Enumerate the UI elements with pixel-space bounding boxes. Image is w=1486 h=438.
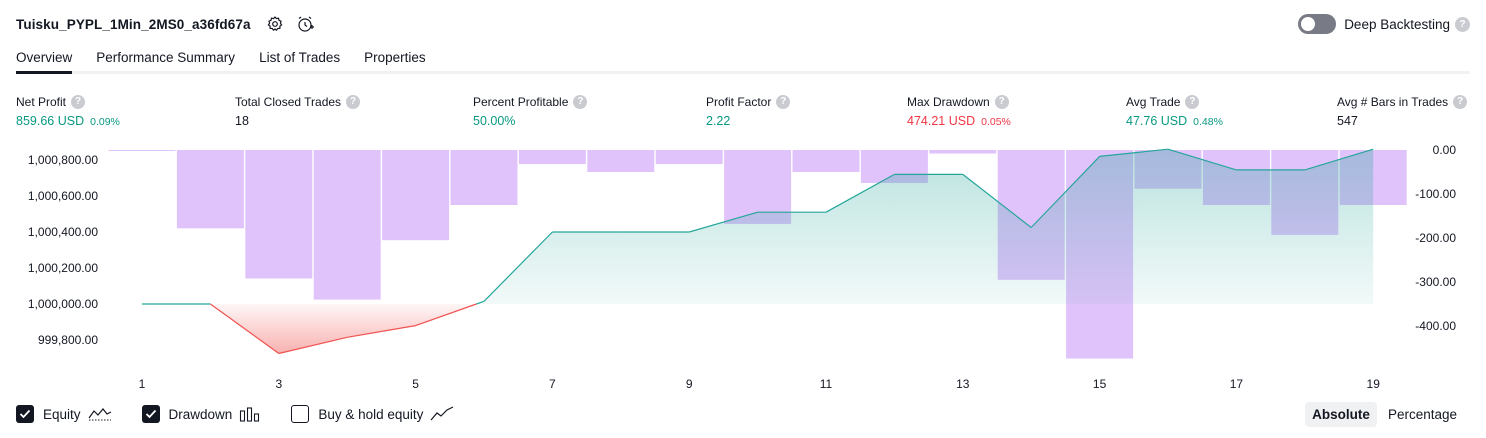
tab-overview[interactable]: Overview [16,46,73,74]
x-axis-tick-label: 17 [1230,377,1244,391]
drawdown-bars-icon [239,406,261,422]
stat-value: 547 [1337,114,1358,128]
right-axis-tick-label: -300.00 [1415,275,1456,289]
help-icon[interactable]: ? [573,94,588,109]
stat-profit-factor: Profit Factor? 2.22 [706,94,791,128]
strategy-header: Tuisku_PYPL_1Min_2MS0_a36fd67a [16,12,315,36]
tab-performance-summary[interactable]: Performance Summary [96,46,235,71]
drawdown-bar [655,150,723,165]
legend-drawdown-label: Drawdown [168,406,233,422]
legend-buy-hold-label: Buy & hold equity [318,406,424,422]
equity-checkbox[interactable] [16,405,34,423]
stat-avg-bars-in-trades: Avg # Bars in Trades? 547 [1337,94,1468,128]
stat-max-drawdown: Max Drawdown? 474.21 USD 0.05% [907,94,1011,128]
x-axis-tick-label: 13 [956,377,970,391]
buy-hold-checkbox[interactable] [291,405,310,423]
stat-percent: 0.05% [981,116,1011,128]
stat-label: Net Profit [16,94,67,109]
strategy-title: Tuisku_PYPL_1Min_2MS0_a36fd67a [16,16,251,32]
help-icon[interactable]: ? [776,94,791,109]
help-icon[interactable]: ? [346,94,361,109]
legend-drawdown[interactable]: Drawdown [141,405,262,423]
stat-label: Avg # Bars in Trades [1337,94,1449,109]
help-icon[interactable]: ? [1185,94,1200,109]
left-axis-tick-label: 1,000,400.00 [28,225,98,239]
right-axis-tick-label: 0.00 [1433,143,1457,157]
gear-icon[interactable] [265,14,285,34]
deep-backtesting-control: Deep Backtesting ? [1298,12,1470,36]
equity-drawdown-chart: 1,000,800.00 1,000,600.00 1,000,400.00 1,00… [28,143,1457,391]
stat-value: 859.66 USD [16,114,85,128]
left-axis-tick-label: 1,000,200.00 [28,261,98,275]
deep-backtesting-toggle[interactable] [1298,14,1337,34]
x-axis-tick-label: 1 [139,377,146,391]
left-axis-tick-label: 1,000,000.00 [28,297,98,311]
stat-value: 18 [235,114,249,128]
drawdown-checkbox[interactable] [141,405,160,423]
right-axis-tick-label: -400.00 [1415,319,1456,333]
stat-avg-trade: Avg Trade? 47.76 USD 0.48% [1126,94,1223,128]
drawdown-bar [382,150,450,241]
drawdown-bar [929,150,997,154]
drawdown-bar [313,150,381,300]
drawdown-bar [518,150,586,165]
help-icon[interactable]: ? [1455,16,1470,32]
stat-percent: 0.48% [1193,116,1223,128]
left-axis-tick-label: 999,800.00 [38,333,98,347]
x-axis-tick-label: 11 [820,377,833,391]
x-axis-tick-label: 15 [1093,377,1107,391]
tab-list-of-trades[interactable]: List of Trades [259,46,340,71]
buy-hold-line-icon [430,406,454,422]
x-axis-tick-label: 7 [549,377,556,391]
x-axis-tick-label: 3 [275,377,282,391]
equity-line-icon [88,406,112,422]
chart-legend: Equity Drawdown Buy & hold equity [16,402,484,426]
deep-backtesting-label: Deep Backtesting [1344,16,1450,32]
stat-label: Total Closed Trades [235,94,342,109]
legend-equity[interactable]: Equity [16,405,112,423]
x-axis-tick-label: 9 [686,377,693,391]
tab-bar: Overview Performance Summary List of Tra… [16,46,1470,74]
stat-total-closed-trades: Total Closed Trades? 18 [235,94,361,128]
stat-value: 474.21 USD [907,114,976,128]
value-mode-switch: Absolute Percentage [1301,401,1464,427]
stat-value: 47.76 USD [1126,114,1188,128]
drawdown-bar [792,150,860,172]
percentage-button[interactable]: Percentage [1381,402,1464,427]
x-axis-tick-label: 5 [412,377,419,391]
drawdown-bar [450,150,518,205]
left-axis-tick-label: 1,000,600.00 [28,189,98,203]
equity-loss-fill [142,304,1374,354]
alarm-clock-add-icon[interactable] [295,14,315,34]
right-axis-tick-label: -200.00 [1415,231,1456,245]
help-icon[interactable]: ? [1453,94,1468,109]
help-icon[interactable]: ? [994,94,1009,109]
drawdown-bar [108,150,176,151]
absolute-button[interactable]: Absolute [1305,401,1377,427]
stat-label: Percent Profitable [473,94,569,109]
drawdown-bar [176,150,244,229]
toggle-knob [1301,17,1316,31]
legend-equity-label: Equity [43,406,81,422]
stat-label: Avg Trade [1126,94,1181,109]
stat-percent: 0.09% [90,116,120,128]
stat-value: 2.22 [706,114,731,128]
drawdown-bar [587,150,655,172]
stat-value: 50.00% [473,114,516,128]
left-axis-tick-label: 1,000,800.00 [28,153,98,167]
legend-buy-hold[interactable]: Buy & hold equity [291,405,454,423]
tab-properties[interactable]: Properties [364,46,426,71]
help-icon[interactable]: ? [71,94,86,109]
stat-percent-profitable: Percent Profitable? 50.00% [473,94,588,128]
x-axis-tick-label: 19 [1367,377,1381,391]
stat-net-profit: Net Profit? 859.66 USD 0.09% [16,94,120,128]
right-axis-tick-label: -100.00 [1415,187,1456,201]
drawdown-bar [245,150,313,279]
stat-label: Profit Factor [706,94,772,109]
stat-label: Max Drawdown [907,94,990,109]
